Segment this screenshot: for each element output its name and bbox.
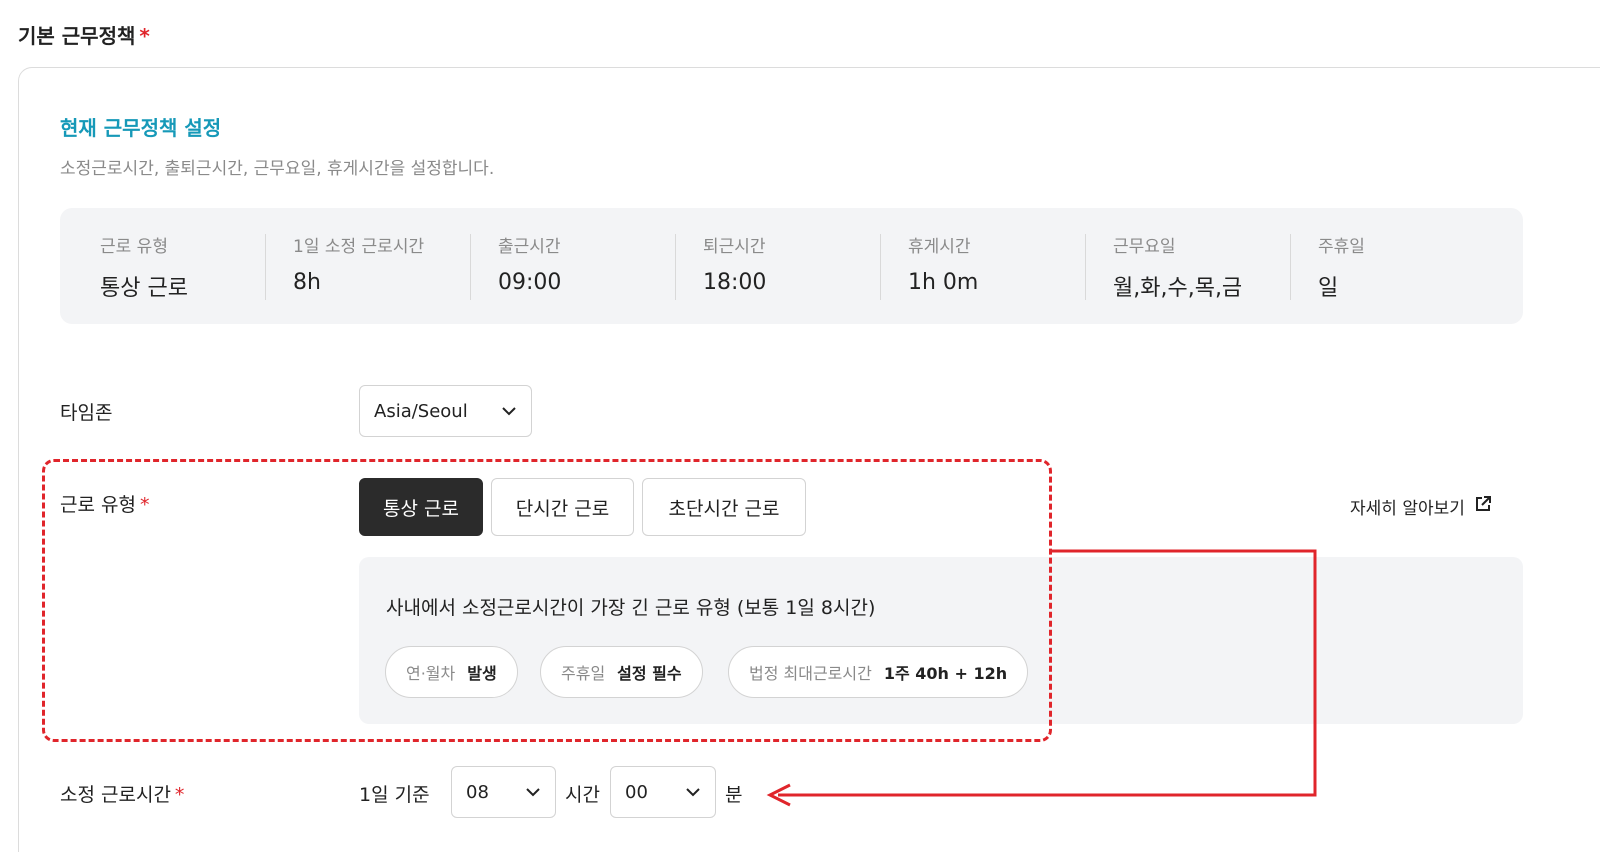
chevron-down-icon (501, 406, 517, 416)
minutes-select[interactable]: 00 (610, 766, 716, 818)
card-heading: 현재 근무정책 설정 (60, 116, 222, 140)
summary-value: 8h (293, 270, 321, 295)
learn-more-text: 자세히 알아보기 (1350, 499, 1465, 519)
timezone-label: 타임존 (60, 402, 113, 424)
summary-value: 월,화,수,목,금 (1113, 276, 1243, 301)
summary-start-time: 출근시간 09:00 (470, 208, 675, 324)
timezone-select[interactable]: Asia/Seoul (359, 385, 532, 437)
external-link-icon (1473, 494, 1493, 519)
hours-select[interactable]: 08 (451, 766, 556, 818)
summary-work-days: 근무요일 월,화,수,목,금 (1085, 208, 1290, 324)
timezone-value: Asia/Seoul (374, 400, 468, 422)
summary-label: 1일 소정 근로시간 (293, 237, 425, 257)
minutes-unit: 분 (725, 784, 743, 806)
hours-value: 08 (466, 781, 489, 803)
summary-value: 18:00 (703, 270, 767, 295)
policy-summary-panel: 근로 유형 통상 근로 1일 소정 근로시간 8h 출근시간 09:00 퇴근시… (60, 208, 1523, 324)
summary-work-type: 근로 유형 통상 근로 (60, 208, 265, 324)
minutes-value: 00 (625, 781, 648, 803)
summary-value: 1h 0m (908, 270, 979, 295)
summary-label: 근로 유형 (100, 237, 168, 257)
summary-break-time: 휴게시간 1h 0m (880, 208, 1085, 324)
summary-value: 통상 근로 (100, 276, 188, 301)
summary-weekly-holiday: 주휴일 일 (1290, 208, 1495, 324)
summary-label: 근무요일 (1113, 237, 1176, 257)
summary-label: 출근시간 (498, 237, 561, 257)
card-description: 소정근로시간, 출퇴근시간, 근무요일, 휴게시간을 설정합니다. (60, 159, 495, 179)
highlight-box (42, 459, 1052, 742)
daily-basis-text: 1일 기준 (359, 784, 430, 806)
chevron-down-icon (685, 787, 701, 797)
required-mark: * (139, 24, 150, 48)
hours-unit: 시간 (565, 784, 600, 806)
summary-label: 주휴일 (1318, 237, 1365, 257)
summary-value: 일 (1318, 276, 1339, 301)
work-hours-label: 소정 근로시간 * (60, 780, 184, 807)
summary-value: 09:00 (498, 270, 562, 295)
section-title: 기본 근무정책 * (18, 20, 150, 49)
chevron-down-icon (525, 787, 541, 797)
required-mark: * (174, 784, 185, 806)
work-hours-label-text: 소정 근로시간 (60, 784, 171, 806)
summary-label: 퇴근시간 (703, 237, 766, 257)
summary-daily-hours: 1일 소정 근로시간 8h (265, 208, 470, 324)
summary-label: 휴게시간 (908, 237, 971, 257)
summary-end-time: 퇴근시간 18:00 (675, 208, 880, 324)
section-title-text: 기본 근무정책 (18, 24, 136, 48)
learn-more-link[interactable]: 자세히 알아보기 (1350, 494, 1493, 519)
